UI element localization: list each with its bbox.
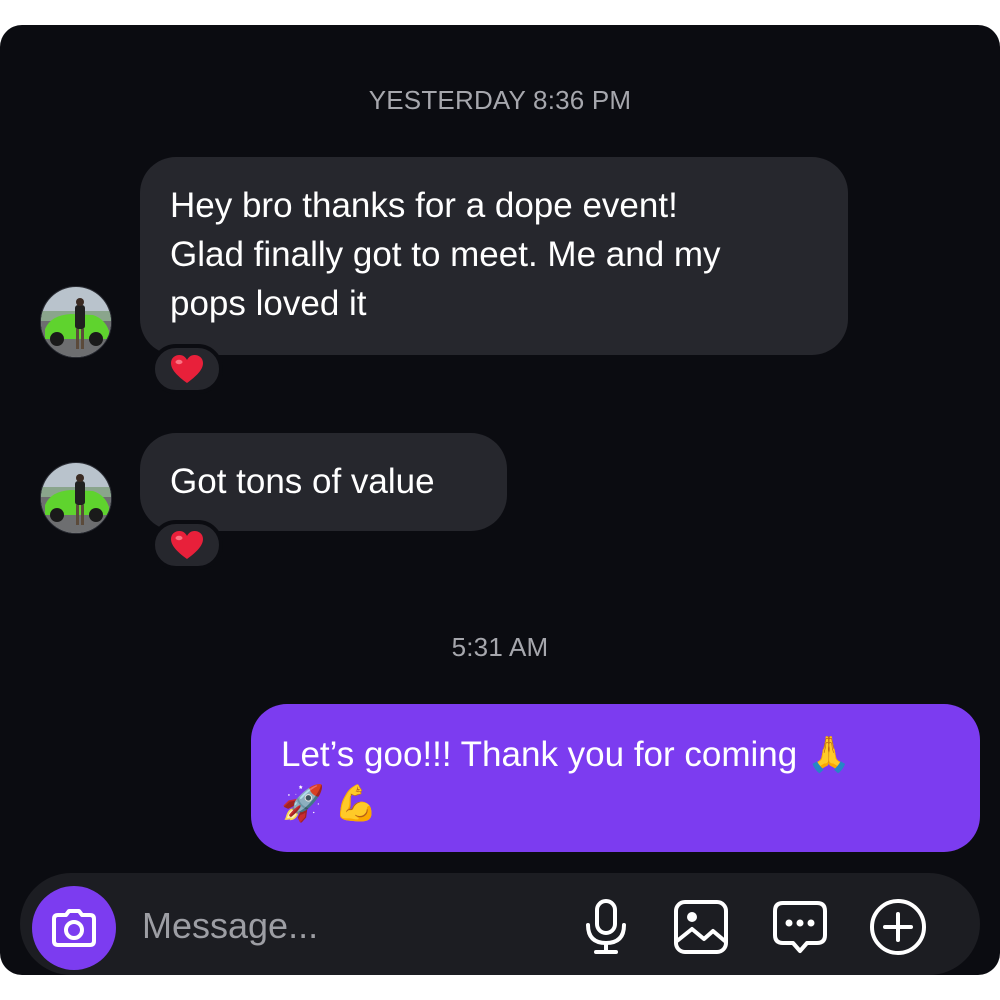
plus-icon xyxy=(870,899,926,955)
gallery-button[interactable] xyxy=(672,898,730,956)
microphone-button[interactable] xyxy=(577,898,635,956)
heart-icon xyxy=(171,531,203,559)
message-line: Got tons of value xyxy=(170,462,435,501)
incoming-message-bubble[interactable]: Got tons of value xyxy=(140,433,507,531)
message-input[interactable] xyxy=(140,899,544,953)
image-icon xyxy=(674,900,728,954)
timestamp-divider: YESTERDAY 8:36 PM xyxy=(368,85,632,115)
microphone-icon xyxy=(586,899,626,954)
reaction-badge[interactable] xyxy=(151,344,223,394)
reaction-badge[interactable] xyxy=(151,520,223,570)
sticker-button[interactable] xyxy=(771,898,829,956)
message-line: Glad finally got to meet. Me and my xyxy=(170,235,721,274)
chat-window: YESTERDAY 8:36 PM Hey bro thanks for a d… xyxy=(0,25,1000,975)
message-line: pops loved it xyxy=(170,284,367,323)
message-line: Let’s goo!!! Thank you for coming 🙏 xyxy=(281,735,851,774)
incoming-message-bubble[interactable]: Hey bro thanks for a dope event! Glad fi… xyxy=(140,157,848,355)
message-line: Hey bro thanks for a dope event! xyxy=(170,186,678,225)
add-button[interactable] xyxy=(869,898,927,956)
message-line: 🚀 💪 xyxy=(281,784,378,823)
heart-icon xyxy=(171,355,203,383)
avatar[interactable] xyxy=(40,462,112,534)
camera-icon xyxy=(52,909,96,947)
message-composer xyxy=(20,873,980,975)
outgoing-message-bubble[interactable]: Let’s goo!!! Thank you for coming 🙏 🚀 💪 xyxy=(251,704,980,852)
camera-button[interactable] xyxy=(32,886,116,970)
sticker-icon xyxy=(773,901,827,953)
timestamp-divider: 5:31 AM xyxy=(451,632,549,662)
avatar[interactable] xyxy=(40,286,112,358)
